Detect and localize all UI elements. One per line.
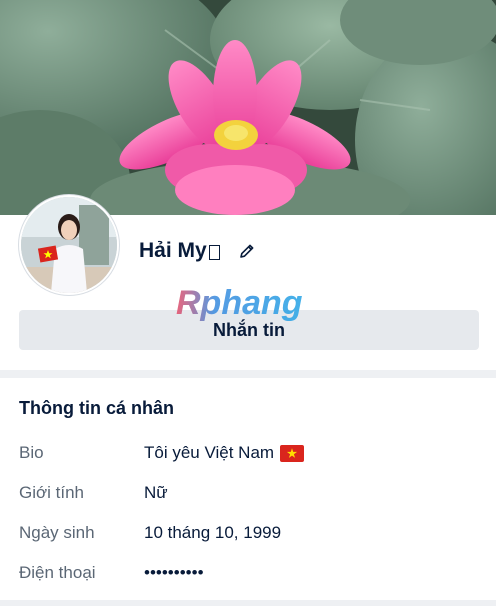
birthday-value: 10 tháng 10, 1999 <box>144 523 282 542</box>
missing-glyph-icon <box>208 244 220 260</box>
lotus-cover-image <box>0 0 496 215</box>
info-row-birthday: Ngày sinh 10 tháng 10, 1999 <box>19 521 479 545</box>
cover-photo[interactable] <box>0 0 496 215</box>
personal-info-title: Thông tin cá nhân <box>19 398 174 418</box>
avatar-image <box>21 197 117 293</box>
watermark-text: Rphang <box>176 284 303 322</box>
phone-label: Điện thoại <box>19 563 96 582</box>
section-divider <box>0 370 496 378</box>
profile-name-row: Hải My <box>139 236 256 266</box>
phone-value: •••••••••• <box>144 563 204 582</box>
vietnam-flag-icon <box>280 444 305 462</box>
bio-value: Tôi yêu Việt Nam <box>144 443 305 463</box>
personal-info-section: Thông tin cá nhân Bio Tôi yêu Việt Nam G… <box>0 378 496 600</box>
pencil-icon[interactable] <box>238 242 256 260</box>
bottom-divider <box>0 600 496 606</box>
watermark-logo: Rphang <box>176 284 303 322</box>
info-row-gender: Giới tính Nữ <box>19 481 479 505</box>
bio-label: Bio <box>19 443 44 462</box>
avatar[interactable] <box>19 195 119 295</box>
profile-name: Hải My <box>139 239 207 262</box>
gender-value: Nữ <box>144 483 168 502</box>
gender-label: Giới tính <box>19 483 85 502</box>
info-row-phone: Điện thoại •••••••••• <box>19 561 479 585</box>
bio-text: Tôi yêu Việt Nam <box>144 443 275 462</box>
birthday-label: Ngày sinh <box>19 523 95 542</box>
info-row-bio: Bio Tôi yêu Việt Nam <box>19 441 479 465</box>
